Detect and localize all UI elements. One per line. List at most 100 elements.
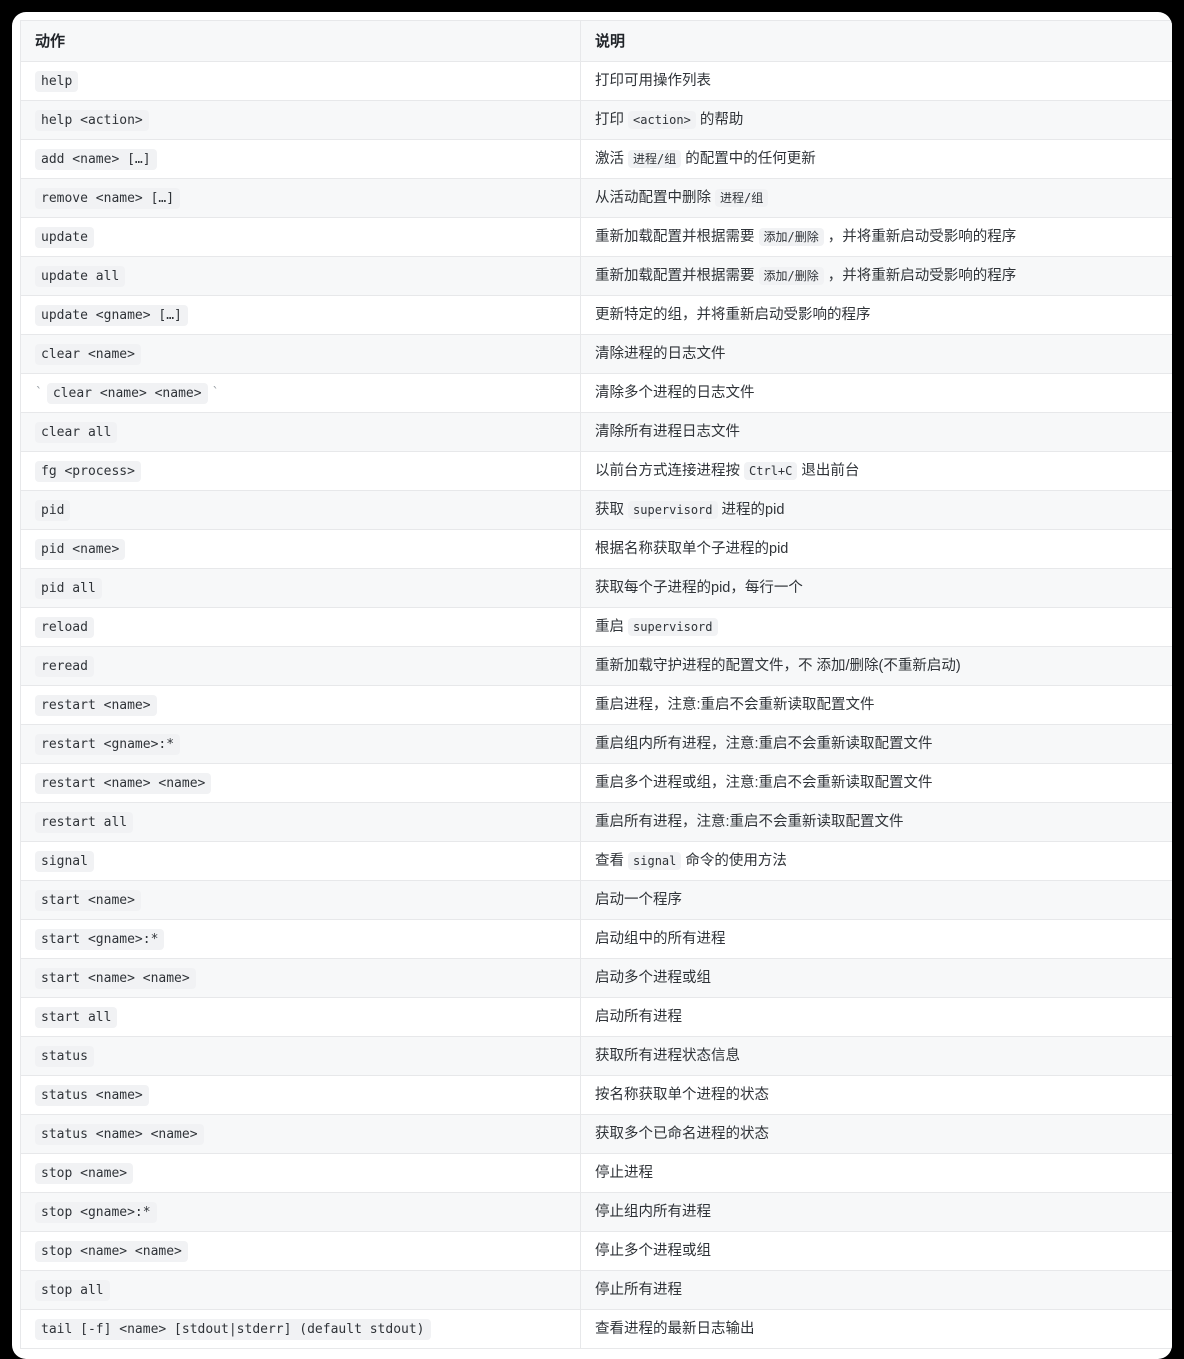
description-text: 停止所有进程 — [595, 1281, 682, 1298]
description-text: 获取多个已命名进程的状态 — [595, 1125, 769, 1142]
action-cell: pid — [20, 490, 581, 530]
action-cell: remove <name> […] — [20, 178, 581, 218]
description-text: 停止组内所有进程 — [595, 1203, 711, 1220]
action-command-code: start <name> — [35, 889, 141, 911]
action-command-code: stop all — [35, 1279, 110, 1301]
table-row: pid 获取 supervisord 进程的pid — [20, 490, 1172, 530]
action-cell: update — [20, 217, 581, 257]
description-cell: 打印 <action> 的帮助 — [580, 100, 1172, 140]
action-cell: pid <name> — [20, 529, 581, 569]
description-cell: 重启 supervisord — [580, 607, 1172, 647]
action-command-code: help <action> — [35, 109, 149, 131]
description-cell: 从活动配置中删除 进程/组 — [580, 178, 1172, 218]
action-cell: fg <process> — [20, 451, 581, 491]
action-cell: start all — [20, 997, 581, 1037]
action-command-code: stop <name> <name> — [35, 1240, 188, 1262]
action-cell: clear <name> — [20, 334, 581, 374]
table-row: update all 重新加载配置并根据需要 添加/删除 ，并将重新启动受影响的程… — [20, 256, 1172, 296]
description-cell: 停止所有进程 — [580, 1270, 1172, 1310]
action-cell: start <name> — [20, 880, 581, 920]
table-row: stop <name> 停止进程 — [20, 1153, 1172, 1193]
description-text: 重启多个进程或组，注意:重启不会重新读取配置文件 — [595, 774, 933, 791]
table-row: restart all 重启所有进程，注意:重启不会重新读取配置文件 — [20, 802, 1172, 842]
action-cell: reread — [20, 646, 581, 686]
page-background: 动作 说明 help 打印可用操作列表 help <action> 打印 <actio… — [0, 0, 1184, 1359]
description-inline-code: 进程/组 — [628, 149, 682, 168]
table-row: pid all 获取每个子进程的pid，每行一个 — [20, 568, 1172, 608]
description-cell: 以前台方式连接进程按 Ctrl+C 退出前台 — [580, 451, 1172, 491]
action-command-code: pid all — [35, 577, 102, 599]
action-cell: restart all — [20, 802, 581, 842]
description-cell: 重启多个进程或组，注意:重启不会重新读取配置文件 — [580, 763, 1172, 803]
description-cell: 查看 signal 命令的使用方法 — [580, 841, 1172, 881]
description-cell: 启动多个进程或组 — [580, 958, 1172, 998]
backtick-literal: ` — [211, 385, 220, 401]
action-cell: status — [20, 1036, 581, 1076]
document-card: 动作 说明 help 打印可用操作列表 help <action> 打印 <actio… — [12, 12, 1172, 1359]
description-text: ，并将重新启动受影响的程序 — [823, 228, 1017, 245]
description-cell: 激活 进程/组 的配置中的任何更新 — [580, 139, 1172, 179]
action-command-code: reload — [35, 616, 94, 638]
action-cell: clear all — [20, 412, 581, 452]
table-row: fg <process> 以前台方式连接进程按 Ctrl+C 退出前台 — [20, 451, 1172, 491]
table-row: clear all 清除所有进程日志文件 — [20, 412, 1172, 452]
description-cell: 停止组内所有进程 — [580, 1192, 1172, 1232]
description-cell: 启动一个程序 — [580, 880, 1172, 920]
description-text: 启动组中的所有进程 — [595, 930, 726, 947]
description-text: 重启所有进程，注意:重启不会重新读取配置文件 — [595, 813, 904, 830]
table-row: signal 查看 signal 命令的使用方法 — [20, 841, 1172, 881]
description-text: 停止多个进程或组 — [595, 1242, 711, 1259]
description-cell: 清除多个进程的日志文件 — [580, 373, 1172, 413]
description-text: 重启组内所有进程，注意:重启不会重新读取配置文件 — [595, 735, 933, 752]
action-cell: stop all — [20, 1270, 581, 1310]
description-cell: 停止进程 — [580, 1153, 1172, 1193]
description-text: 获取每个子进程的pid，每行一个 — [595, 579, 803, 596]
table-header: 动作 说明 — [20, 20, 1172, 62]
table-row: help <action> 打印 <action> 的帮助 — [20, 100, 1172, 140]
description-cell: 重启进程，注意:重启不会重新读取配置文件 — [580, 685, 1172, 725]
table-row: restart <gname>:* 重启组内所有进程，注意:重启不会重新读取配置文… — [20, 724, 1172, 764]
action-command-code: stop <name> — [35, 1162, 134, 1184]
description-text: 打印可用操作列表 — [595, 72, 711, 89]
action-cell: signal — [20, 841, 581, 881]
description-text: 进程的pid — [717, 501, 785, 518]
description-cell: 获取每个子进程的pid，每行一个 — [580, 568, 1172, 608]
column-header-action: 动作 — [20, 20, 581, 62]
description-text: 查看进程的最新日志输出 — [595, 1320, 755, 1337]
action-command-code: clear all — [35, 421, 118, 443]
table-row: tail [-f] <name> [stdout|stderr] (defaul… — [20, 1309, 1172, 1349]
action-command-code: restart <name> <name> — [35, 772, 212, 794]
action-cell: restart <name> <name> — [20, 763, 581, 803]
description-cell: 停止多个进程或组 — [580, 1231, 1172, 1271]
action-cell: help <action> — [20, 100, 581, 140]
table-row: status 获取所有进程状态信息 — [20, 1036, 1172, 1076]
action-command-code: restart <gname>:* — [35, 733, 181, 755]
action-cell: help — [20, 61, 581, 101]
action-command-code: restart <name> — [35, 694, 157, 716]
action-command-code: pid — [35, 499, 71, 521]
description-text: 从活动配置中删除 — [595, 189, 716, 206]
description-text: 的帮助 — [695, 111, 744, 128]
description-cell: 按名称获取单个进程的状态 — [580, 1075, 1172, 1115]
action-cell: restart <name> — [20, 685, 581, 725]
description-inline-code: 进程/组 — [715, 188, 769, 207]
action-cell: restart <gname>:* — [20, 724, 581, 764]
action-cell: pid all — [20, 568, 581, 608]
description-text: 启动所有进程 — [595, 1008, 682, 1025]
description-text: 命令的使用方法 — [681, 852, 787, 869]
action-command-code: update <gname> […] — [35, 304, 188, 326]
table-row: update 重新加载配置并根据需要 添加/删除 ，并将重新启动受影响的程序 — [20, 217, 1172, 257]
table-row: stop <name> <name> 停止多个进程或组 — [20, 1231, 1172, 1271]
table-row: start all 启动所有进程 — [20, 997, 1172, 1037]
action-cell: stop <gname>:* — [20, 1192, 581, 1232]
table-row: start <name> <name> 启动多个进程或组 — [20, 958, 1172, 998]
action-command-code: remove <name> […] — [35, 187, 181, 209]
description-inline-code: signal — [628, 851, 682, 870]
action-cell: ` clear <name> <name> ` — [20, 373, 581, 413]
action-cell: start <name> <name> — [20, 958, 581, 998]
table-row: add <name> […] 激活 进程/组 的配置中的任何更新 — [20, 139, 1172, 179]
action-command-code: update all — [35, 265, 126, 287]
description-text: 重新加载配置并根据需要 — [595, 228, 759, 245]
description-inline-code: supervisord — [628, 500, 718, 519]
description-text: 重启进程，注意:重启不会重新读取配置文件 — [595, 696, 875, 713]
